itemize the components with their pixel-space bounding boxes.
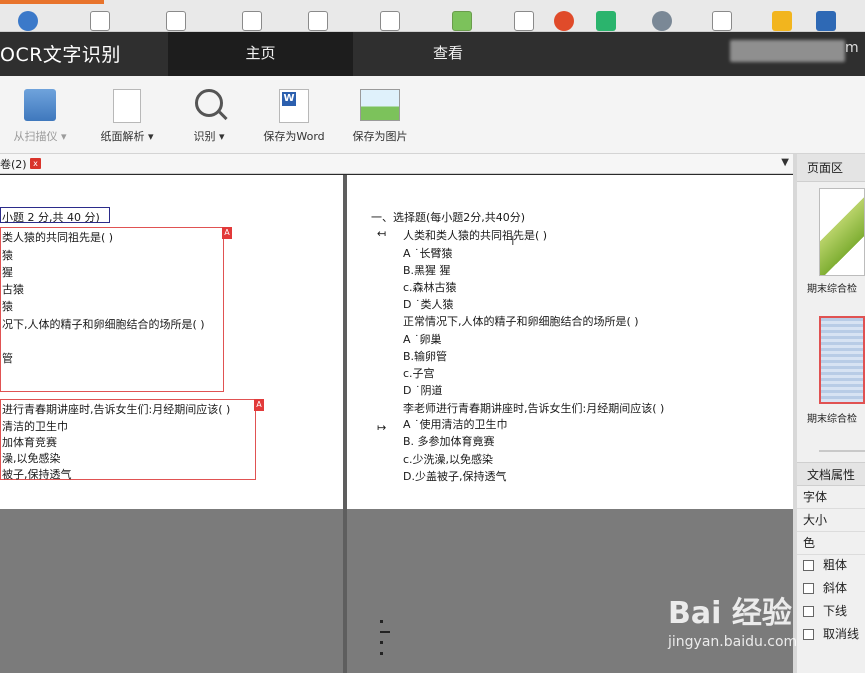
source-line: 进行青春期讲座时,告诉女生们:月经期间应该( ) — [2, 403, 231, 416]
save-word-button[interactable]: 保存为Word — [256, 76, 332, 154]
scrollbar[interactable] — [819, 450, 865, 452]
ribbon-toolbar: 从扫描仪 ▾ 纸面解析 ▾ 识别 ▾ 保存为Word 保存为图片 — [0, 76, 865, 154]
document-tab-strip: 卷(2) x ▼ — [0, 154, 797, 174]
result-line[interactable]: D.少盖被子,保持透气 — [403, 468, 506, 484]
font-property[interactable]: 字体 — [797, 486, 865, 509]
export-icon[interactable] — [380, 11, 400, 31]
source-line: 加体育竞赛 — [2, 436, 57, 449]
home-icon[interactable] — [18, 11, 38, 31]
region-tag[interactable]: A — [254, 399, 264, 411]
source-line: 类人猿的共同祖先是( ) — [2, 231, 114, 244]
save-word-label: 保存为Word — [263, 130, 325, 143]
parse-button[interactable]: 纸面解析 ▾ — [92, 76, 162, 154]
result-line[interactable]: c.少洗澡,以免感染 — [403, 451, 493, 467]
document-icon[interactable] — [90, 11, 110, 31]
document-properties-header: 文档属性 — [797, 462, 865, 486]
result-line[interactable]: 人类和类人猿的共同祖先是( ) — [403, 227, 547, 243]
tab-home[interactable]: 主页 — [168, 32, 353, 76]
source-line: 猿 — [2, 249, 13, 262]
add-icon[interactable] — [596, 11, 616, 31]
app-window: OCR文字识别 主页 查看 m 从扫描仪 ▾ 纸面解析 ▾ 识别 ▾ 保存为Wo… — [0, 0, 865, 673]
source-page: 小题 2 分,共 40 分) A 类人猿的共同祖先是( ) 猿 猩 古猿 猿 况… — [0, 175, 343, 509]
result-line[interactable]: A ˙使用清洁的卫生巾 — [403, 416, 508, 432]
watermark: Bai 经验 jingyan.baidu.com — [668, 588, 858, 658]
result-line[interactable]: A ˙卵巢 — [403, 331, 442, 347]
checkbox-icon[interactable] — [803, 560, 814, 571]
quick-access-bar — [0, 0, 865, 32]
source-image-pane[interactable]: 小题 2 分,共 40 分) A 类人猿的共同祖先是( ) 猿 猩 古猿 猿 况… — [0, 175, 343, 673]
word-document-icon — [279, 89, 309, 123]
result-line[interactable]: 一、选择题(每小题2分,共40分) — [371, 209, 525, 225]
user-suffix: m — [845, 40, 859, 56]
result-line[interactable]: A ˙长臂猿 — [403, 245, 453, 261]
save-image-button[interactable]: 保存为图片 — [344, 76, 416, 154]
user-name[interactable] — [730, 40, 845, 62]
thumbnail-label: 期末综合检 — [807, 414, 857, 425]
color-property[interactable]: 色 — [797, 532, 865, 555]
pages-panel-header: 页面区 — [797, 154, 865, 182]
source-line: 况下,人体的精子和卵细胞结合的场所是( ) — [2, 318, 205, 331]
watermark-logo: Bai 经验 — [668, 596, 792, 631]
page-marker — [380, 620, 394, 663]
document-tab[interactable]: 卷(2) — [0, 156, 27, 172]
vip-icon[interactable] — [772, 11, 792, 31]
page-thumbnail-selected[interactable] — [819, 316, 865, 404]
result-line[interactable]: D ˙阴道 — [403, 382, 442, 398]
source-line: 小题 2 分,共 40 分) — [2, 211, 100, 224]
text-cursor-icon: I — [511, 234, 515, 248]
document-icon[interactable] — [514, 11, 534, 31]
source-line: 管 — [2, 352, 13, 365]
parse-label: 纸面解析 ▾ — [100, 130, 154, 143]
result-page: 一、选择题(每小题2分,共40分) ↤ 人类和类人猿的共同祖先是( ) I A … — [347, 175, 793, 509]
paragraph-marker: ↤ — [377, 227, 387, 240]
app-title: OCR文字识别 — [0, 44, 121, 66]
scan-button[interactable]: 从扫描仪 ▾ — [6, 76, 74, 154]
record-icon[interactable] — [554, 11, 574, 31]
scan-label: 从扫描仪 ▾ — [13, 130, 67, 143]
document-icon[interactable] — [166, 11, 186, 31]
result-line[interactable]: B. 多参加体育竟赛 — [403, 433, 495, 449]
active-indicator — [0, 0, 104, 4]
result-line[interactable]: c.森林古猿 — [403, 279, 457, 295]
switch-icon[interactable] — [816, 11, 836, 31]
result-line[interactable]: B.输卵管 — [403, 348, 447, 364]
result-line[interactable]: B.黑猩 猩 — [403, 262, 451, 278]
watermark-url: jingyan.baidu.com — [668, 634, 798, 650]
save-image-label: 保存为图片 — [352, 130, 408, 143]
recognize-label: 识别 ▾ — [193, 130, 225, 143]
tab-view[interactable]: 查看 — [353, 32, 543, 76]
thumbnail-label: 期末综合检 — [807, 284, 857, 295]
source-line: 被子,保持透气 — [2, 468, 72, 481]
filter-icon[interactable] — [712, 11, 732, 31]
document-icon[interactable] — [308, 11, 328, 31]
page-thumbnail[interactable] — [819, 188, 865, 276]
paragraph-marker: ↦ — [377, 421, 387, 434]
recognition-region[interactable] — [0, 227, 224, 392]
page-icon — [113, 89, 141, 123]
tab-list-dropdown-icon[interactable]: ▼ — [781, 157, 789, 168]
document-icon[interactable] — [242, 11, 262, 31]
source-line: 古猿 — [2, 283, 24, 296]
magnifier-icon — [195, 89, 223, 117]
picture-icon — [360, 89, 400, 121]
bold-checkbox[interactable]: 粗体 — [803, 554, 847, 576]
source-line: 猿 — [2, 300, 13, 313]
region-tag[interactable]: A — [222, 227, 232, 239]
result-line[interactable]: c.子宫 — [403, 365, 435, 381]
result-line[interactable]: 李老师进行青春期讲座时,告诉女生们:月经期间应该( ) — [403, 400, 664, 416]
recognize-button[interactable]: 识别 ▾ — [178, 76, 240, 154]
source-line: 清洁的卫生巾 — [2, 420, 68, 433]
image-icon[interactable] — [452, 11, 472, 31]
title-bar: OCR文字识别 主页 查看 m — [0, 32, 865, 76]
user-icon[interactable] — [652, 11, 672, 31]
result-line[interactable]: D ˙类人猿 — [403, 296, 453, 312]
result-line[interactable]: 正常情况下,人体的精子和卵细胞结合的场所是( ) — [403, 313, 639, 329]
source-line: 澡,以免感染 — [2, 452, 61, 465]
scanner-icon — [24, 89, 56, 121]
source-line: 猩 — [2, 266, 13, 279]
size-property[interactable]: 大小 — [797, 509, 865, 532]
close-tab-icon[interactable]: x — [30, 158, 41, 169]
